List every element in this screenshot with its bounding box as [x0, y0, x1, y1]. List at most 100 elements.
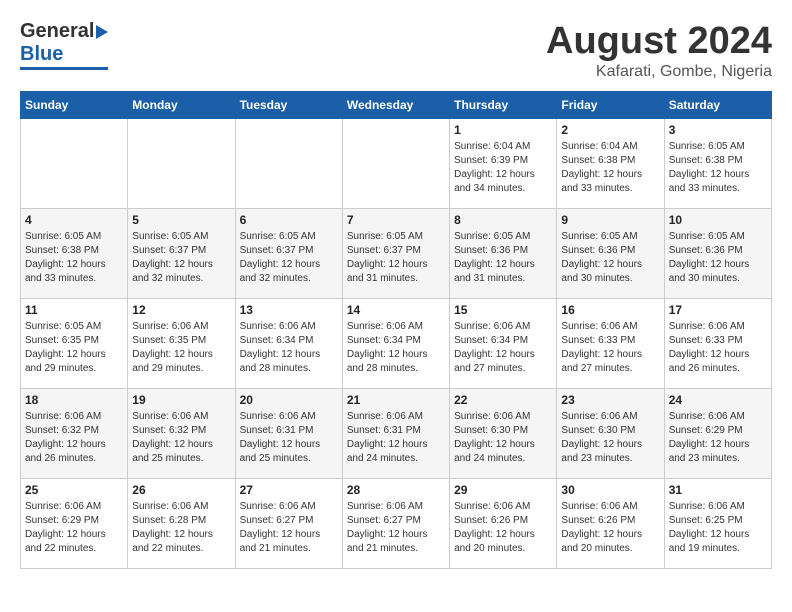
day-number: 4 — [25, 213, 123, 227]
logo-underline — [20, 67, 108, 70]
day-number: 26 — [132, 483, 230, 497]
day-number: 30 — [561, 483, 659, 497]
day-info: Sunrise: 6:06 AM Sunset: 6:34 PM Dayligh… — [454, 320, 552, 376]
day-number: 10 — [669, 213, 767, 227]
day-info: Sunrise: 6:06 AM Sunset: 6:29 PM Dayligh… — [669, 410, 767, 466]
day-number: 20 — [240, 393, 338, 407]
day-info: Sunrise: 6:05 AM Sunset: 6:37 PM Dayligh… — [132, 230, 230, 286]
calendar-cell: 6 Sunrise: 6:05 AM Sunset: 6:37 PM Daylig… — [235, 209, 342, 299]
weekday-header-thursday: Thursday — [450, 92, 557, 119]
calendar-cell — [128, 119, 235, 209]
day-number: 21 — [347, 393, 445, 407]
day-info: Sunrise: 6:06 AM Sunset: 6:32 PM Dayligh… — [25, 410, 123, 466]
day-number: 29 — [454, 483, 552, 497]
day-number: 16 — [561, 303, 659, 317]
calendar-cell: 29 Sunrise: 6:06 AM Sunset: 6:26 PM Dayli… — [450, 479, 557, 569]
day-number: 2 — [561, 123, 659, 137]
calendar-cell: 23Sunrise: 6:06 AM Sunset: 6:30 PM Dayli… — [557, 389, 664, 479]
day-info: Sunrise: 6:06 AM Sunset: 6:28 PM Dayligh… — [132, 500, 230, 556]
title-area: August 2024 Kafarati, Gombe, Nigeria — [546, 20, 772, 81]
day-number: 8 — [454, 213, 552, 227]
day-info: Sunrise: 6:05 AM Sunset: 6:36 PM Dayligh… — [561, 230, 659, 286]
calendar-cell: 12 Sunrise: 6:06 AM Sunset: 6:35 PM Dayli… — [128, 299, 235, 389]
day-number: 11 — [25, 303, 123, 317]
logo: General Blue — [20, 20, 108, 70]
day-info: Sunrise: 6:06 AM Sunset: 6:25 PM Dayligh… — [669, 500, 767, 556]
calendar-cell: 31 Sunrise: 6:06 AM Sunset: 6:25 PM Dayli… — [664, 479, 771, 569]
day-number: 3 — [669, 123, 767, 137]
calendar-cell — [235, 119, 342, 209]
weekday-header-friday: Friday — [557, 92, 664, 119]
calendar-cell: 4 Sunrise: 6:05 AM Sunset: 6:38 PM Daylig… — [21, 209, 128, 299]
calendar-cell: 19 Sunrise: 6:06 AM Sunset: 6:32 PM Dayli… — [128, 389, 235, 479]
day-info: Sunrise: 6:06 AM Sunset: 6:34 PM Dayligh… — [347, 320, 445, 376]
day-info: Sunrise: 6:04 AM Sunset: 6:39 PM Dayligh… — [454, 140, 552, 196]
calendar-cell: 16 Sunrise: 6:06 AM Sunset: 6:33 PM Dayli… — [557, 299, 664, 389]
logo-general: General — [20, 20, 94, 43]
calendar-cell: 24Sunrise: 6:06 AM Sunset: 6:29 PM Dayli… — [664, 389, 771, 479]
day-number: 15 — [454, 303, 552, 317]
weekday-header-saturday: Saturday — [664, 92, 771, 119]
weekday-header-monday: Monday — [128, 92, 235, 119]
day-info: Sunrise: 6:06 AM Sunset: 6:35 PM Dayligh… — [132, 320, 230, 376]
page-subtitle: Kafarati, Gombe, Nigeria — [546, 63, 772, 81]
day-info: Sunrise: 6:05 AM Sunset: 6:36 PM Dayligh… — [669, 230, 767, 286]
calendar-cell: 11 Sunrise: 6:05 AM Sunset: 6:35 PM Dayli… — [21, 299, 128, 389]
day-number: 14 — [347, 303, 445, 317]
calendar-cell: 3Sunrise: 6:05 AM Sunset: 6:38 PM Daylig… — [664, 119, 771, 209]
day-number: 7 — [347, 213, 445, 227]
calendar-cell: 22 Sunrise: 6:06 AM Sunset: 6:30 PM Dayli… — [450, 389, 557, 479]
calendar-cell — [21, 119, 128, 209]
day-info: Sunrise: 6:06 AM Sunset: 6:33 PM Dayligh… — [669, 320, 767, 376]
day-number: 25 — [25, 483, 123, 497]
day-info: Sunrise: 6:06 AM Sunset: 6:31 PM Dayligh… — [240, 410, 338, 466]
day-info: Sunrise: 6:06 AM Sunset: 6:26 PM Dayligh… — [454, 500, 552, 556]
day-info: Sunrise: 6:05 AM Sunset: 6:38 PM Dayligh… — [25, 230, 123, 286]
weekday-header-sunday: Sunday — [21, 92, 128, 119]
day-info: Sunrise: 6:06 AM Sunset: 6:32 PM Dayligh… — [132, 410, 230, 466]
day-number: 13 — [240, 303, 338, 317]
page-title: August 2024 — [546, 20, 772, 63]
calendar-cell: 1Sunrise: 6:04 AM Sunset: 6:39 PM Daylig… — [450, 119, 557, 209]
day-number: 27 — [240, 483, 338, 497]
weekday-header-tuesday: Tuesday — [235, 92, 342, 119]
calendar-cell: 5 Sunrise: 6:05 AM Sunset: 6:37 PM Daylig… — [128, 209, 235, 299]
day-number: 5 — [132, 213, 230, 227]
calendar-table: SundayMondayTuesdayWednesdayThursdayFrid… — [20, 91, 772, 569]
calendar-cell: 20 Sunrise: 6:06 AM Sunset: 6:31 PM Dayli… — [235, 389, 342, 479]
calendar-cell — [342, 119, 449, 209]
day-info: Sunrise: 6:06 AM Sunset: 6:27 PM Dayligh… — [347, 500, 445, 556]
day-info: Sunrise: 6:06 AM Sunset: 6:30 PM Dayligh… — [454, 410, 552, 466]
calendar-cell: 30Sunrise: 6:06 AM Sunset: 6:26 PM Dayli… — [557, 479, 664, 569]
calendar-cell: 21 Sunrise: 6:06 AM Sunset: 6:31 PM Dayli… — [342, 389, 449, 479]
calendar-cell: 8Sunrise: 6:05 AM Sunset: 6:36 PM Daylig… — [450, 209, 557, 299]
calendar-cell: 9 Sunrise: 6:05 AM Sunset: 6:36 PM Daylig… — [557, 209, 664, 299]
logo-arrow-icon — [96, 25, 108, 39]
calendar-cell: 2 Sunrise: 6:04 AM Sunset: 6:38 PM Daylig… — [557, 119, 664, 209]
day-info: Sunrise: 6:06 AM Sunset: 6:31 PM Dayligh… — [347, 410, 445, 466]
day-number: 17 — [669, 303, 767, 317]
calendar-cell: 26 Sunrise: 6:06 AM Sunset: 6:28 PM Dayli… — [128, 479, 235, 569]
calendar-cell: 14 Sunrise: 6:06 AM Sunset: 6:34 PM Dayli… — [342, 299, 449, 389]
logo-blue: Blue — [20, 43, 63, 66]
day-info: Sunrise: 6:06 AM Sunset: 6:33 PM Dayligh… — [561, 320, 659, 376]
calendar-cell: 27 Sunrise: 6:06 AM Sunset: 6:27 PM Dayli… — [235, 479, 342, 569]
day-info: Sunrise: 6:06 AM Sunset: 6:27 PM Dayligh… — [240, 500, 338, 556]
day-number: 22 — [454, 393, 552, 407]
day-info: Sunrise: 6:05 AM Sunset: 6:37 PM Dayligh… — [347, 230, 445, 286]
day-number: 28 — [347, 483, 445, 497]
day-number: 31 — [669, 483, 767, 497]
calendar-cell: 15 Sunrise: 6:06 AM Sunset: 6:34 PM Dayli… — [450, 299, 557, 389]
day-info: Sunrise: 6:04 AM Sunset: 6:38 PM Dayligh… — [561, 140, 659, 196]
day-number: 12 — [132, 303, 230, 317]
calendar-cell: 13 Sunrise: 6:06 AM Sunset: 6:34 PM Dayli… — [235, 299, 342, 389]
day-number: 23 — [561, 393, 659, 407]
day-number: 6 — [240, 213, 338, 227]
day-info: Sunrise: 6:06 AM Sunset: 6:29 PM Dayligh… — [25, 500, 123, 556]
day-info: Sunrise: 6:05 AM Sunset: 6:35 PM Dayligh… — [25, 320, 123, 376]
day-number: 19 — [132, 393, 230, 407]
header: General Blue August 2024 Kafarati, Gombe… — [20, 20, 772, 81]
day-number: 9 — [561, 213, 659, 227]
day-info: Sunrise: 6:06 AM Sunset: 6:34 PM Dayligh… — [240, 320, 338, 376]
day-info: Sunrise: 6:05 AM Sunset: 6:37 PM Dayligh… — [240, 230, 338, 286]
